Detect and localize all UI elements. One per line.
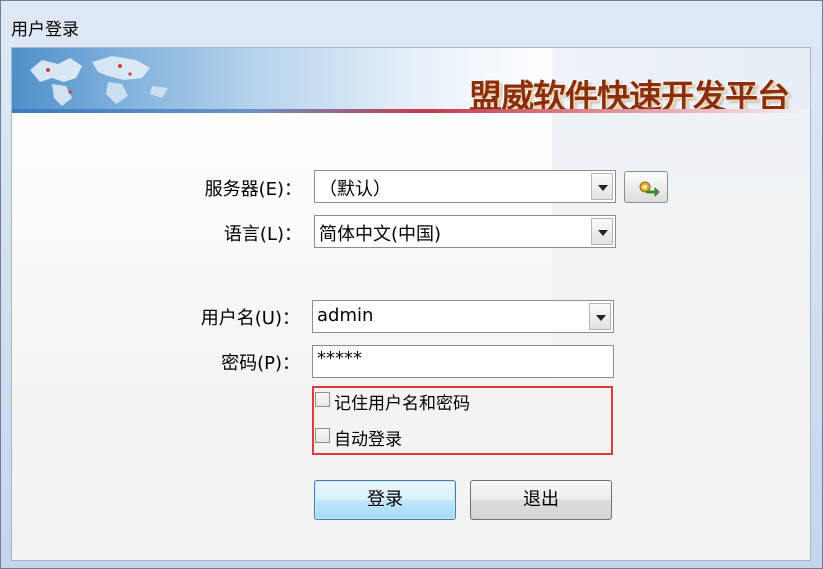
password-label: 密码(P)： [221, 353, 300, 374]
password-value: ***** [317, 348, 362, 369]
server-select-value: （默认） [319, 179, 391, 200]
username-select[interactable]: admin [312, 300, 614, 333]
server-label: 服务器(E)： [204, 179, 302, 200]
auto-login-checkbox-row[interactable]: 自动登录 [315, 425, 515, 450]
server-select[interactable]: （默认） [314, 170, 616, 203]
login-button[interactable]: 登录 [314, 480, 456, 520]
auto-login-checkbox[interactable] [315, 428, 330, 443]
remember-label[interactable]: 记住用户名和密码 [334, 389, 470, 414]
banner: 盟威软件快速开发平台 [12, 48, 810, 116]
window-title: 用户登录 [11, 20, 79, 40]
login-window: 用户登录 盟威软件快速开发平台 服务器(E)： （默认） 语言(L)： 简体中文… [0, 0, 823, 569]
login-panel: 盟威软件快速开发平台 服务器(E)： （默认） 语言(L)： 简体中文(中国) … [11, 47, 811, 561]
username-label: 用户名(U)： [200, 308, 300, 329]
title-bar[interactable]: 用户登录 [1, 1, 822, 47]
chevron-down-icon[interactable] [591, 218, 613, 245]
server-settings-button[interactable] [624, 171, 668, 203]
exit-button[interactable]: 退出 [470, 480, 612, 520]
remember-checkbox-row[interactable]: 记住用户名和密码 [315, 389, 595, 414]
remember-checkbox[interactable] [315, 392, 330, 407]
username-value: admin [317, 305, 374, 326]
password-field[interactable]: ***** [312, 345, 614, 378]
chevron-down-icon[interactable] [589, 303, 611, 330]
chevron-down-icon[interactable] [591, 173, 613, 200]
language-select-value: 简体中文(中国) [319, 224, 442, 245]
auto-login-label[interactable]: 自动登录 [334, 425, 402, 450]
gear-arrow-icon [639, 181, 660, 197]
language-select[interactable]: 简体中文(中国) [314, 215, 616, 248]
language-label: 语言(L)： [223, 224, 302, 245]
